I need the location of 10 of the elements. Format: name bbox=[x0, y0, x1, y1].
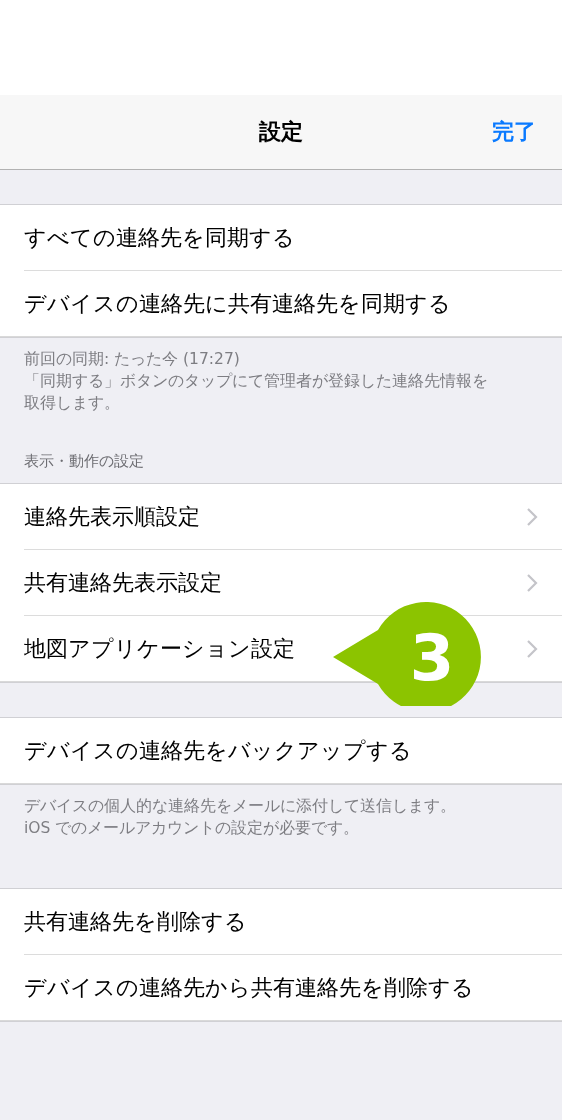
chevron-icon bbox=[526, 572, 538, 593]
section-header: 表示・動作の設定 bbox=[24, 452, 144, 470]
done-button[interactable]: 完了 bbox=[492, 117, 536, 147]
chevron-icon bbox=[526, 506, 538, 527]
section-footer-text: デバイスの個人的な連絡先をメールに添付して送信します。 bbox=[24, 797, 456, 815]
section-footer-text: 前回の同期: たった今 (17:27) bbox=[24, 350, 240, 368]
screen-title: 設定 bbox=[259, 118, 303, 146]
section-footer-text: iOS でのメールアカウントの設定が必要です。 bbox=[24, 819, 360, 837]
section-footer-text: 「同期する」ボタンのタップにて管理者が登録した連絡先情報を取得します。 bbox=[24, 372, 488, 412]
chevron-icon bbox=[526, 638, 538, 659]
